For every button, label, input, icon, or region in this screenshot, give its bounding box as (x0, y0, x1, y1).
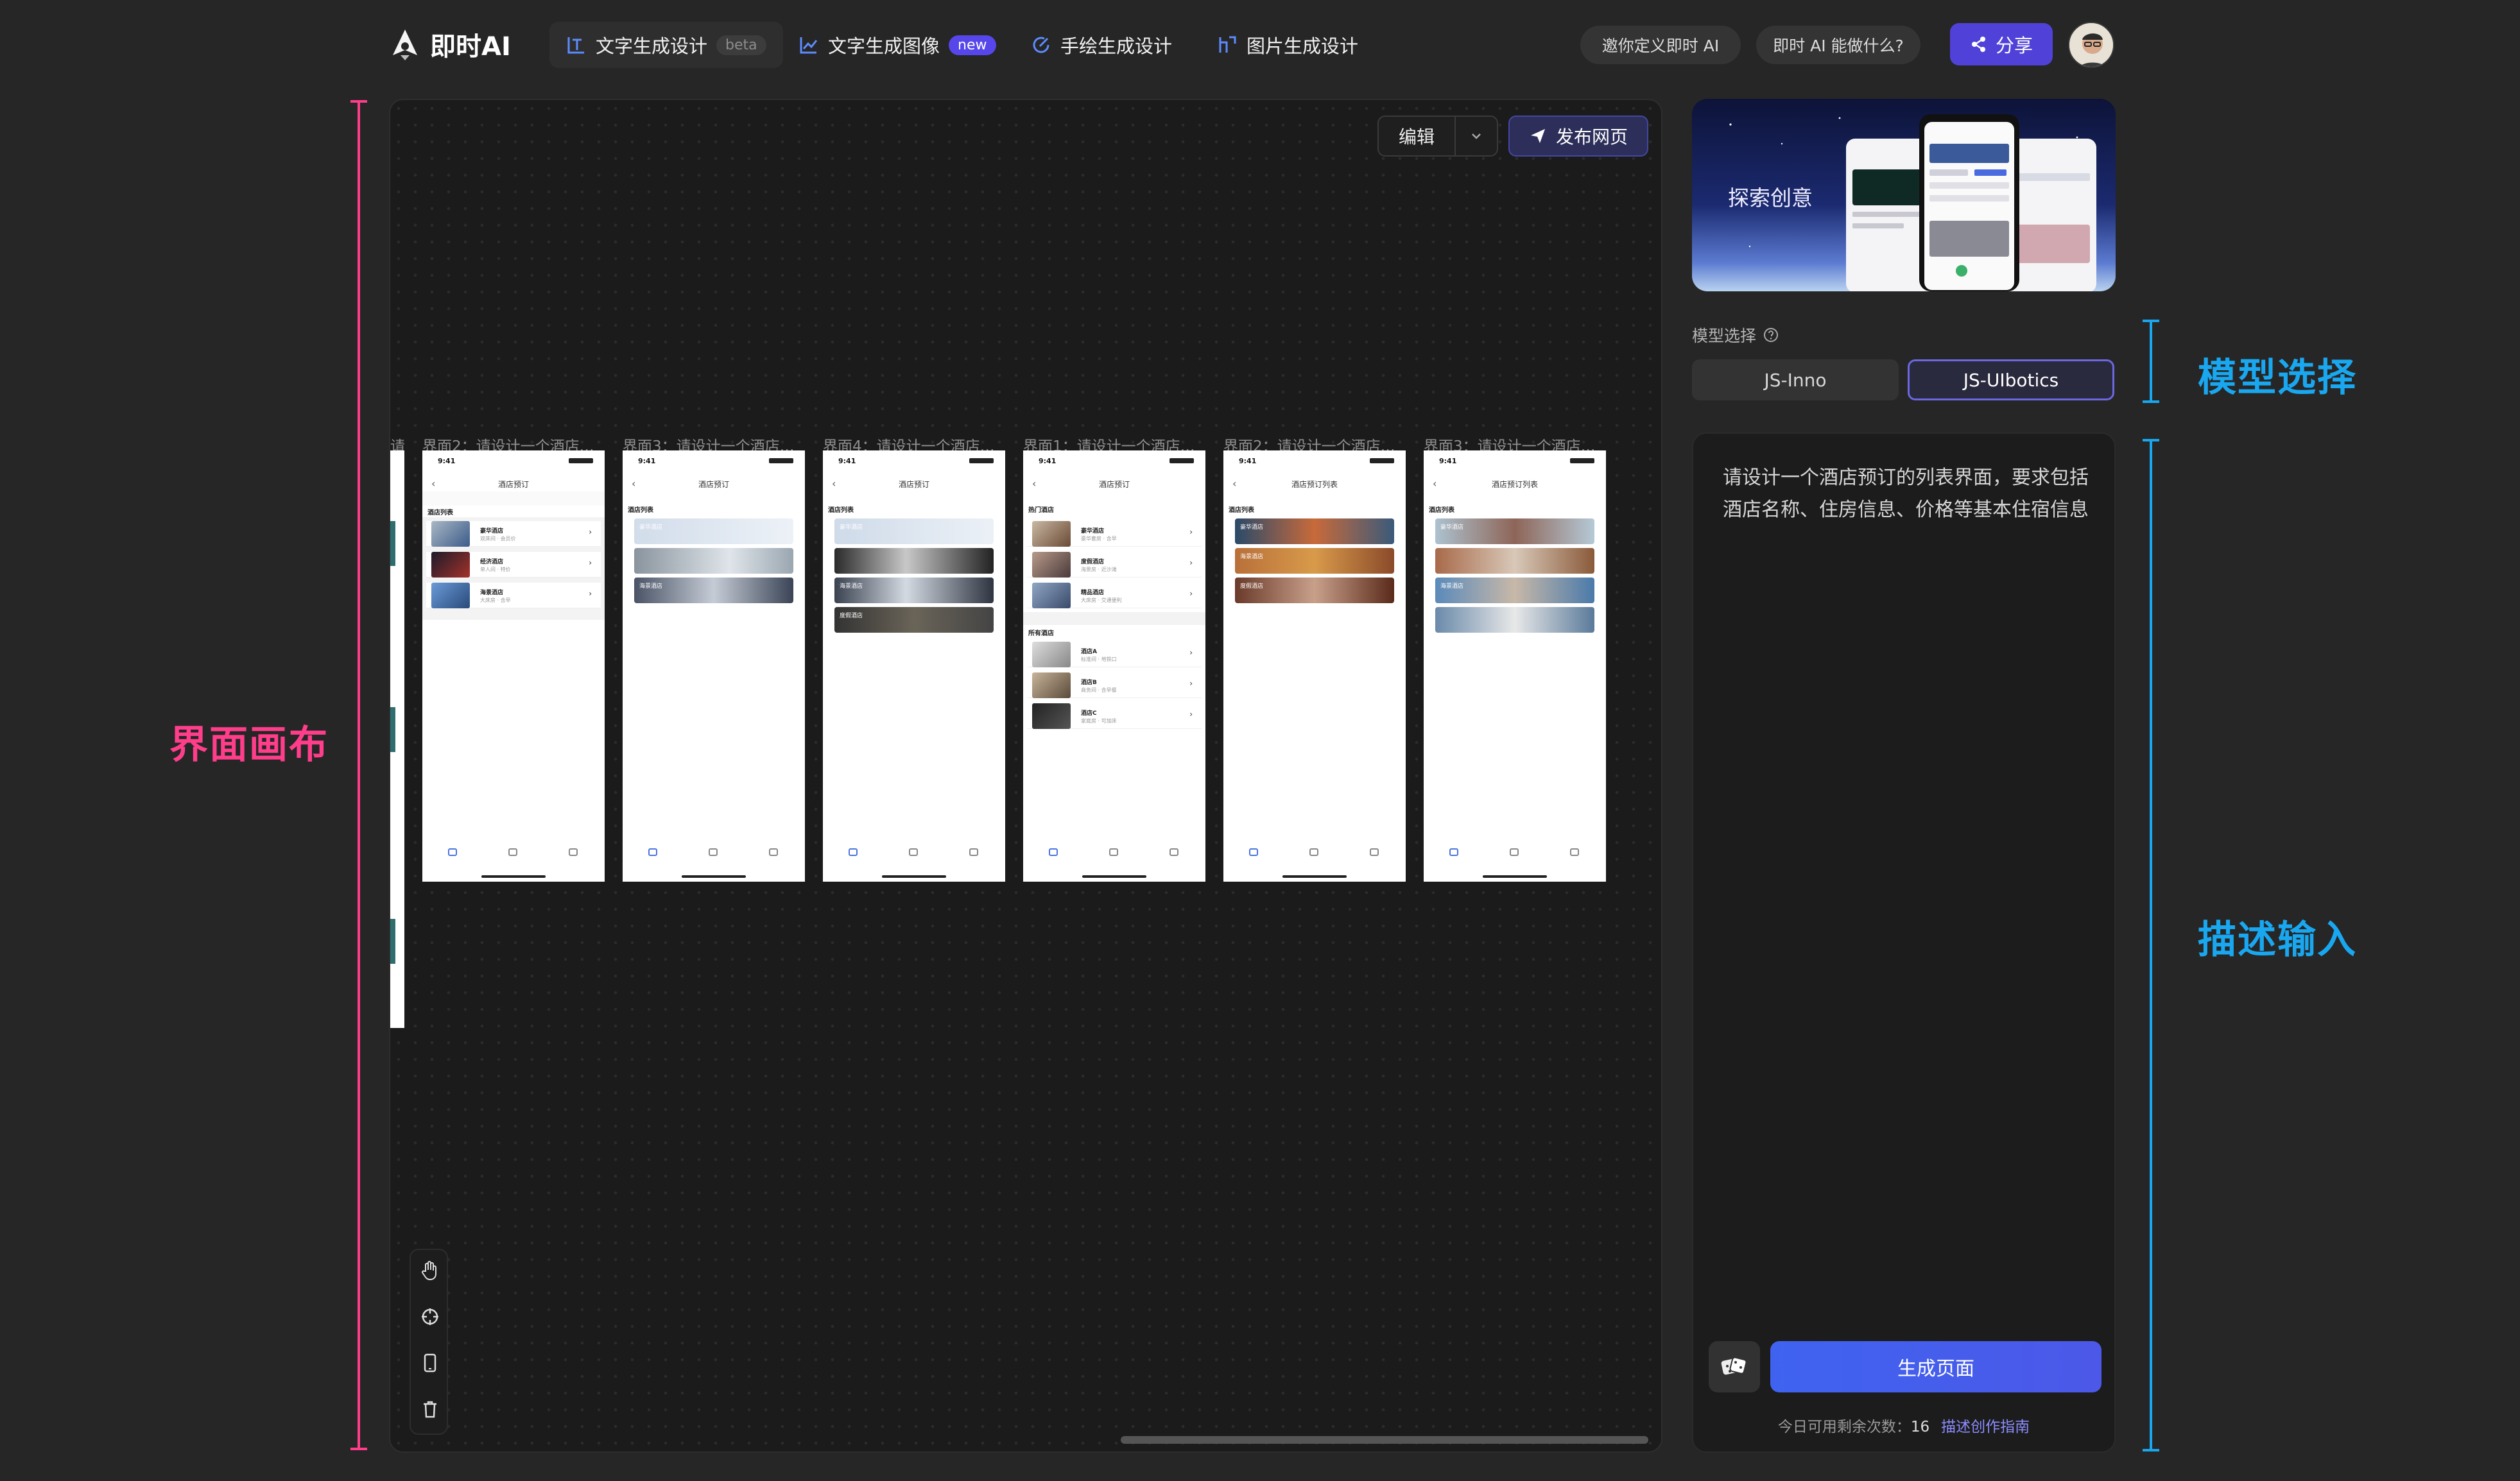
annotation-brackets (350, 100, 2159, 1451)
annotation-input: 描述输入 (2198, 918, 2357, 963)
annotation-model: 模型选择 (2198, 355, 2357, 400)
annotation-canvas: 界面画布 (169, 723, 329, 767)
